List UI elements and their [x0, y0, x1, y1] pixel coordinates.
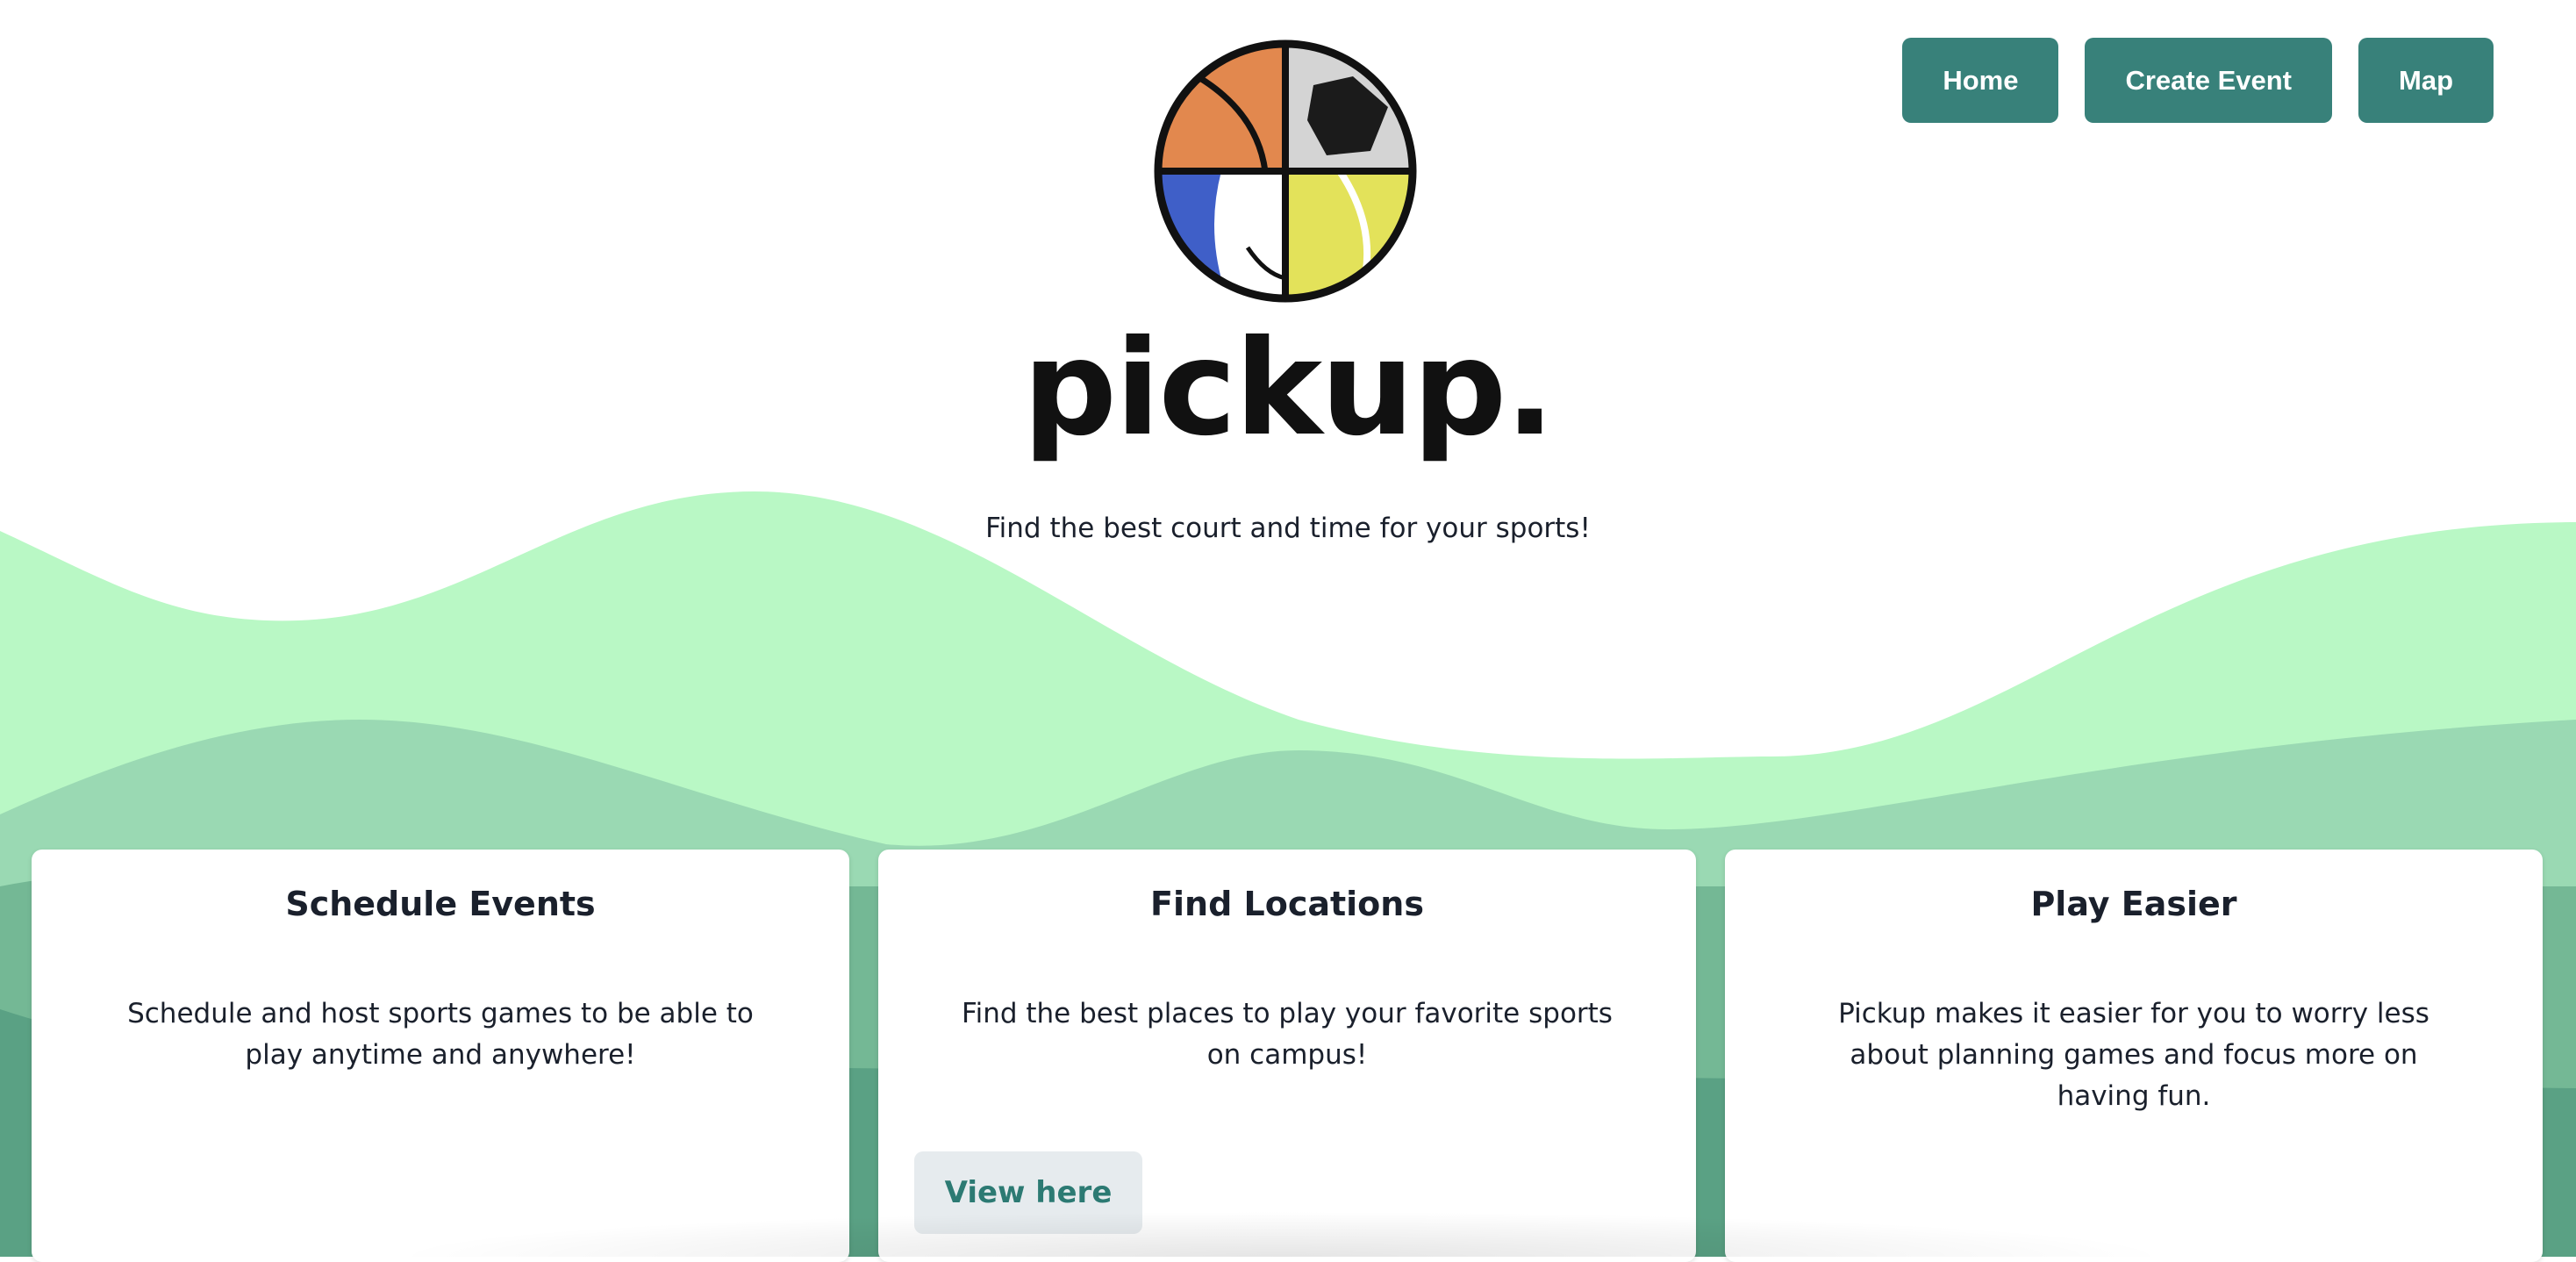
brand-wordmark: pickup. — [1022, 312, 1556, 465]
home-button[interactable]: Home — [1902, 38, 2059, 123]
card-play-easier: Play Easier Pickup makes it easier for y… — [1725, 850, 2543, 1262]
card-title: Find Locations — [1150, 885, 1424, 923]
sports-balls-logo-icon — [1154, 39, 1417, 303]
card-title: Play Easier — [2030, 885, 2237, 923]
card-title: Schedule Events — [285, 885, 596, 923]
top-nav: Home Create Event Map — [1902, 38, 2494, 123]
card-text: Schedule and host sports games to be abl… — [127, 998, 754, 1071]
map-button[interactable]: Map — [2358, 38, 2494, 123]
card-text: Find the best places to play your favori… — [962, 998, 1613, 1071]
card-find-locations: Find Locations Find the best places to p… — [878, 850, 1696, 1262]
card-schedule-events: Schedule Events Schedule and host sports… — [32, 850, 849, 1262]
card-text: Pickup makes it easier for you to worry … — [1838, 998, 2429, 1112]
tagline: Find the best court and time for your sp… — [985, 513, 1591, 544]
create-event-button[interactable]: Create Event — [2085, 38, 2332, 123]
feature-cards: Schedule Events Schedule and host sports… — [32, 850, 2543, 1262]
view-here-button[interactable]: View here — [914, 1151, 1142, 1234]
